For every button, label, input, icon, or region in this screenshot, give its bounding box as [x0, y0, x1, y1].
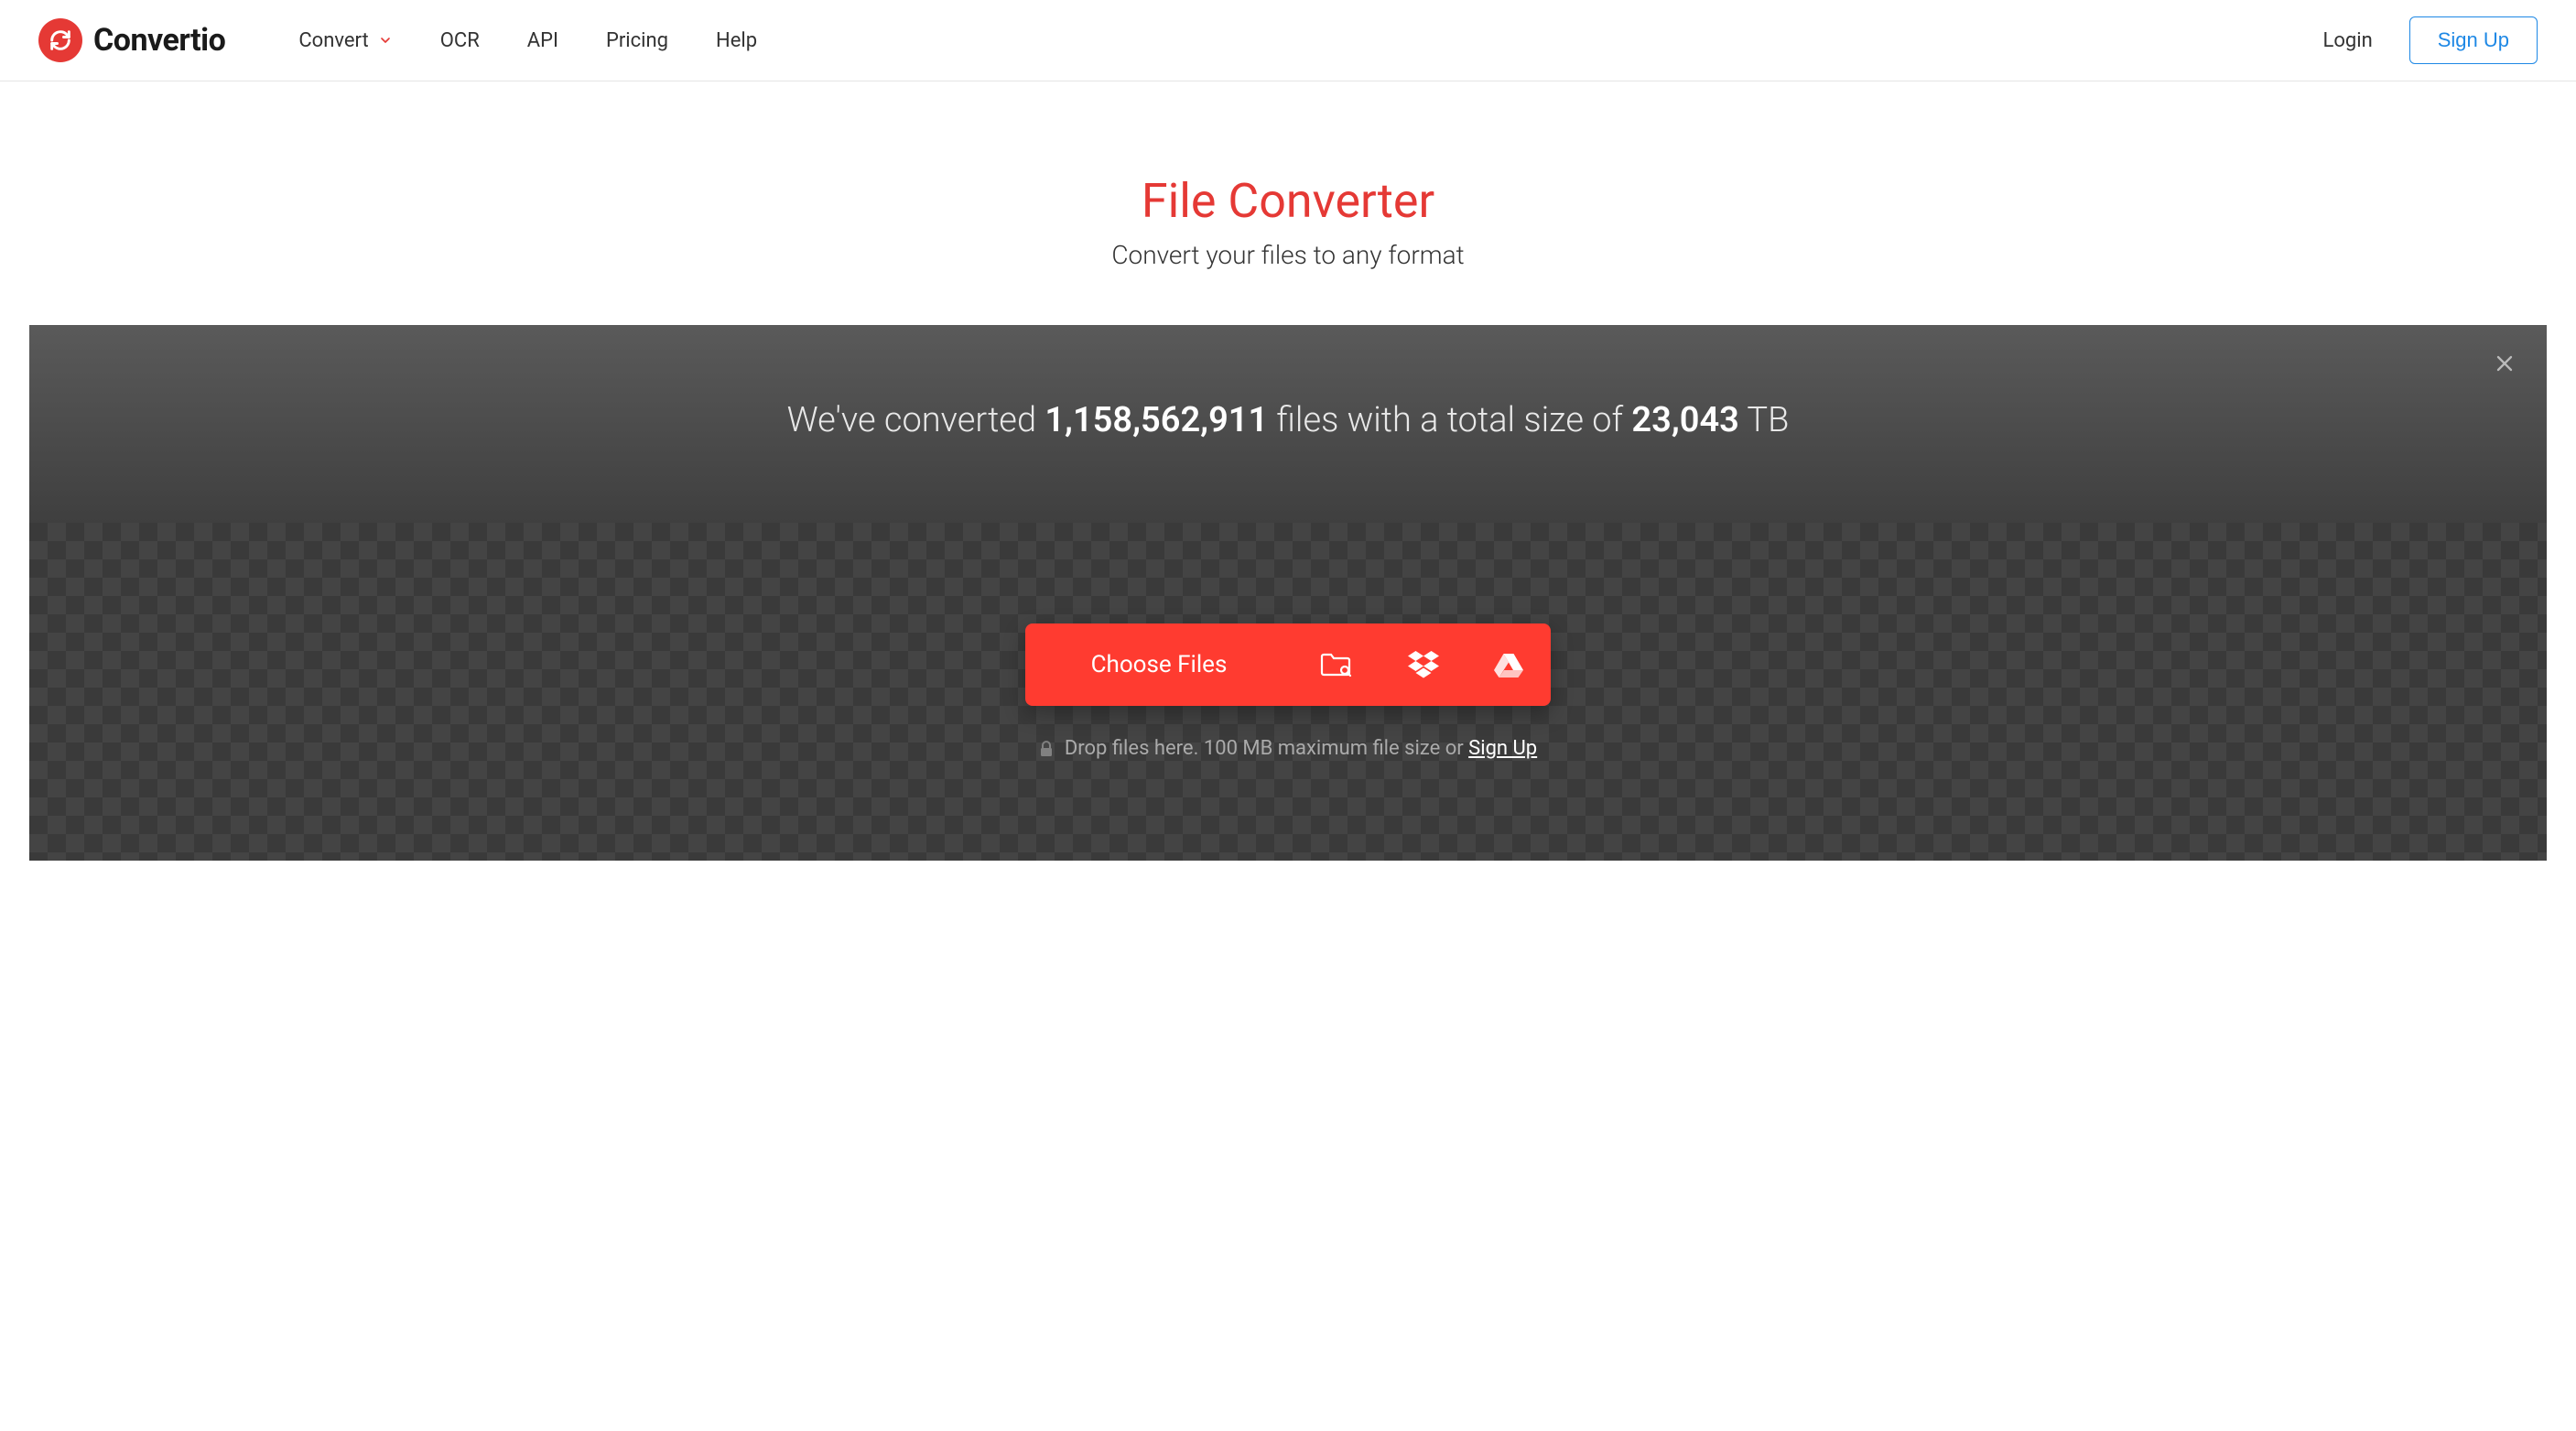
choose-files-label: Choose Files: [1025, 623, 1293, 706]
header-right: Login Sign Up: [2322, 16, 2538, 64]
stats-size: 23,043: [1631, 400, 1738, 440]
google-drive-button[interactable]: [1467, 624, 1551, 705]
main-header: Convertio Convert OCR API Pricing Help L…: [0, 0, 2576, 81]
choose-files-button[interactable]: Choose Files: [1025, 623, 1552, 706]
logo-text: Convertio: [93, 22, 225, 59]
stats-middle: files with a total size of: [1268, 400, 1631, 440]
browse-files-button[interactable]: [1293, 623, 1380, 706]
logo[interactable]: Convertio: [38, 18, 225, 62]
main-content: File Converter Convert your files to any…: [0, 81, 2576, 861]
drop-hint-text: Drop files here. 100 MB maximum file siz…: [1065, 737, 1468, 760]
dropbox-icon: [1408, 651, 1439, 678]
page-subtitle: Convert your files to any format: [0, 240, 2576, 270]
drop-hint: Drop files here. 100 MB maximum file siz…: [66, 737, 2510, 760]
file-source-icons: [1293, 623, 1551, 706]
nav-ocr[interactable]: OCR: [440, 29, 480, 52]
dropbox-button[interactable]: [1380, 623, 1467, 706]
chevron-down-icon: [378, 33, 393, 48]
nav-ocr-label: OCR: [440, 29, 480, 52]
nav-pricing-label: Pricing: [606, 29, 668, 52]
signup-link-inline[interactable]: Sign Up: [1468, 737, 1537, 760]
logo-icon: [38, 18, 82, 62]
nav-api-label: API: [527, 29, 558, 52]
drop-zone[interactable]: Choose Files: [29, 523, 2547, 861]
main-nav: Convert OCR API Pricing Help: [298, 29, 2322, 52]
nav-api[interactable]: API: [527, 29, 558, 52]
stats-prefix: We've converted: [787, 400, 1045, 440]
close-stats-button[interactable]: [2492, 351, 2517, 376]
stats-text: We've converted 1,158,562,911 files with…: [66, 400, 2510, 440]
lock-icon: [1039, 741, 1054, 757]
nav-pricing[interactable]: Pricing: [606, 29, 668, 52]
signup-button[interactable]: Sign Up: [2409, 16, 2538, 64]
nav-convert[interactable]: Convert: [298, 29, 392, 52]
folder-search-icon: [1320, 651, 1353, 678]
google-drive-icon: [1494, 652, 1523, 678]
stats-unit: TB: [1739, 400, 1790, 440]
stats-files-count: 1,158,562,911: [1044, 400, 1268, 440]
nav-help[interactable]: Help: [716, 29, 757, 52]
stats-banner: We've converted 1,158,562,911 files with…: [29, 325, 2547, 523]
login-link[interactable]: Login: [2322, 29, 2372, 52]
nav-convert-label: Convert: [298, 29, 368, 52]
nav-help-label: Help: [716, 29, 757, 52]
page-title: File Converter: [0, 173, 2576, 229]
close-icon: [2492, 351, 2517, 376]
